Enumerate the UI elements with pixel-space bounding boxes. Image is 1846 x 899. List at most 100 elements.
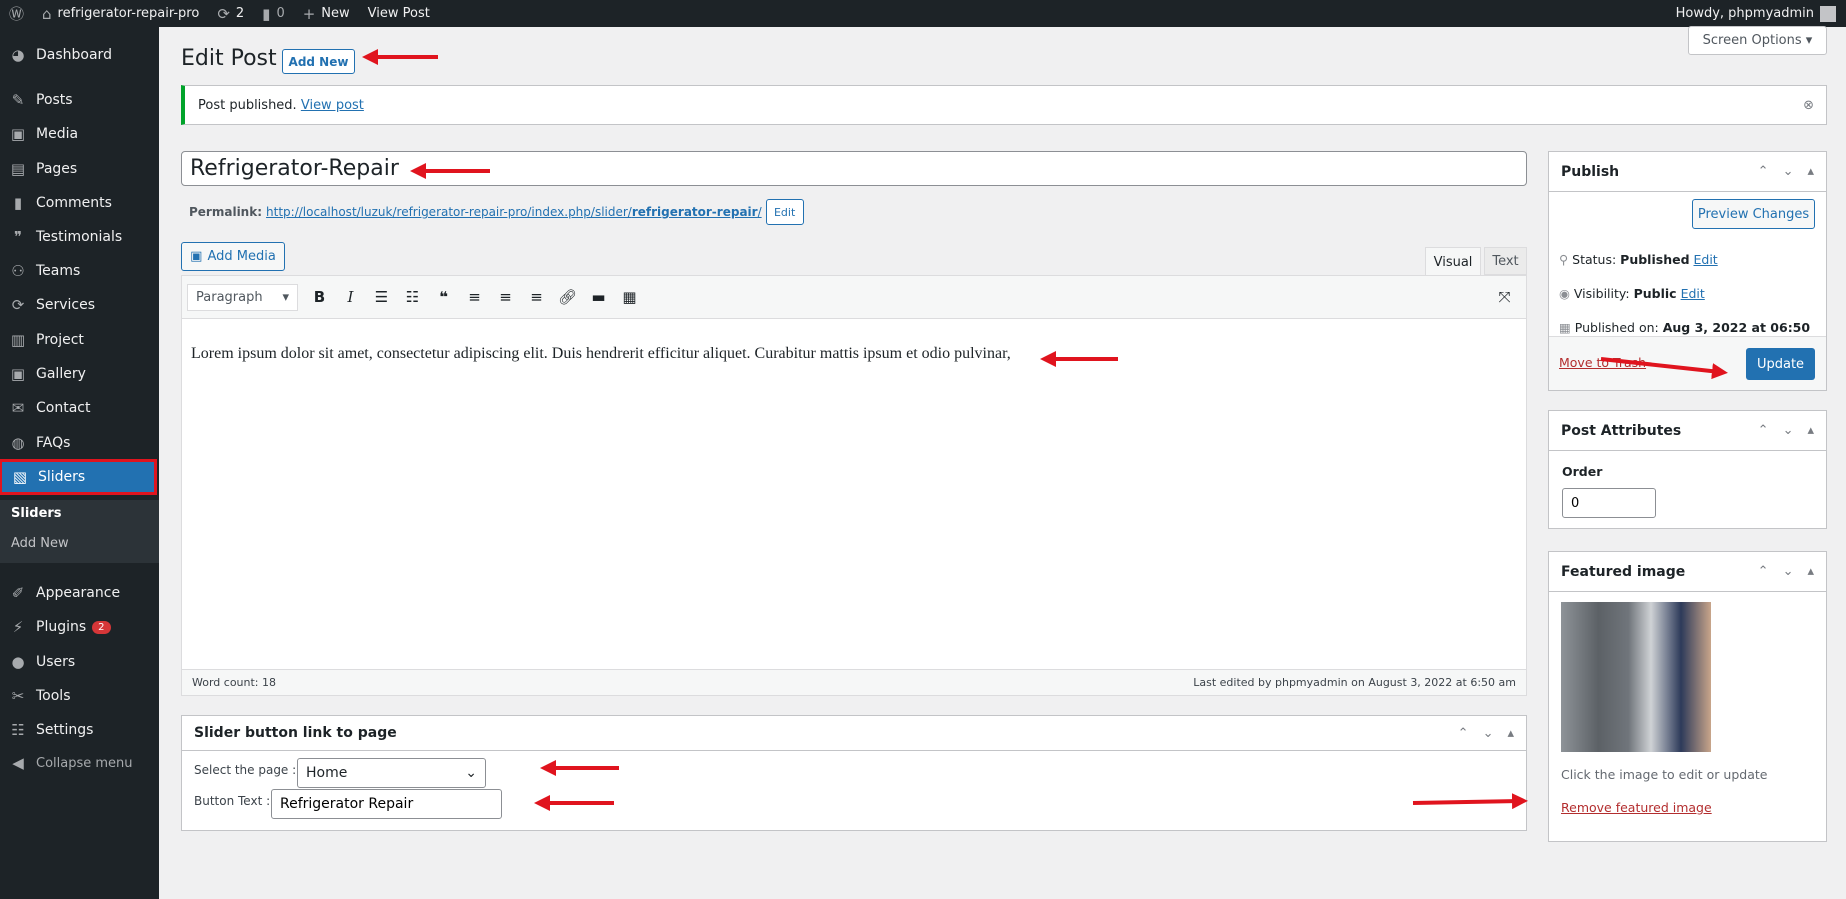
sidebar-item-teams[interactable]: ⚇ Teams xyxy=(0,256,159,286)
sidebar-item-media[interactable]: ▣ Media xyxy=(0,119,159,149)
sidebar-item-label: Testimonials xyxy=(36,229,123,245)
post-title-input[interactable] xyxy=(181,151,1527,186)
align-center-icon[interactable]: ≡ xyxy=(492,288,519,306)
collapse-icon: ◀ xyxy=(12,754,24,772)
view-post-link[interactable]: View post xyxy=(301,98,364,113)
fullscreen-icon[interactable]: ⤧ xyxy=(1491,288,1518,306)
chat-icon: ◍ xyxy=(11,434,25,452)
dismiss-icon[interactable]: ⊗ xyxy=(1803,98,1814,113)
sidebar-item-comments[interactable]: ▮ Comments xyxy=(0,188,159,218)
format-value: Paragraph xyxy=(196,289,263,305)
move-down-icon[interactable]: ⌄ xyxy=(1483,726,1494,741)
sidebar-item-label: Teams xyxy=(36,263,81,279)
sidebar-item-plugins[interactable]: ⚡ Plugins 2 xyxy=(0,612,159,642)
attributes-title: Post Attributes xyxy=(1561,422,1682,439)
permalink-end: / xyxy=(757,205,762,219)
pages-icon: ▤ xyxy=(10,160,26,178)
update-icon: ⟳ xyxy=(217,4,230,23)
visibility-edit-link[interactable]: Edit xyxy=(1681,286,1705,301)
tab-text[interactable]: Text xyxy=(1484,247,1527,275)
sidebar-item-collapse-menu[interactable]: ◀ Collapse menu xyxy=(0,748,159,778)
permalink-edit-button[interactable]: Edit xyxy=(765,199,804,225)
permalink-row: Permalink: http://localhost/luzuk/refrig… xyxy=(189,199,804,225)
admin-bar: Ⓦ ⌂ refrigerator-repair-pro ⟳ 2 ▮ 0 + New Vi… xyxy=(0,0,1846,27)
avatar xyxy=(1820,5,1836,22)
sidebar-item-appearance[interactable]: ✐ Appearance xyxy=(0,578,159,608)
remove-featured-image-link[interactable]: Remove featured image xyxy=(1561,800,1712,815)
read-more-icon[interactable]: ▬ xyxy=(585,288,612,306)
format-select[interactable]: Paragraph ▾ xyxy=(187,283,298,311)
italic-icon[interactable]: I xyxy=(337,288,364,306)
account-menu[interactable]: Howdy, phpmyadmin xyxy=(1676,0,1836,27)
move-down-icon[interactable]: ⌄ xyxy=(1783,423,1794,438)
comments-link[interactable]: ▮ 0 xyxy=(253,0,294,27)
bullet-list-icon[interactable]: ☰ xyxy=(368,288,395,306)
toggle-panel-icon[interactable]: ▴ xyxy=(1807,164,1814,179)
sidebar-item-gallery[interactable]: ▣ Gallery xyxy=(0,359,159,389)
preview-changes-button[interactable]: Preview Changes xyxy=(1692,199,1815,229)
sidebar-item-sliders[interactable]: ▧ Sliders xyxy=(0,459,157,495)
blockquote-icon[interactable]: ❝ xyxy=(430,288,457,306)
updates-link[interactable]: ⟳ 2 xyxy=(208,0,253,27)
button-text-input[interactable] xyxy=(271,789,502,819)
add-media-button[interactable]: ▣ Add Media xyxy=(181,242,285,271)
published-value: Aug 3, 2022 at 06:50 xyxy=(1662,320,1811,335)
home-icon: ⌂ xyxy=(42,4,52,23)
sidebar-item-services[interactable]: ⟳ Services xyxy=(0,290,159,320)
align-left-icon[interactable]: ≡ xyxy=(461,288,488,306)
sidebar-item-pages[interactable]: ▤ Pages xyxy=(0,154,159,184)
publish-metabox: Publish ⌃ ⌄ ▴ Preview Changes ⚲ Status: Pub… xyxy=(1548,151,1827,391)
email-icon: ✉ xyxy=(11,399,25,417)
sidebar-item-testimonials[interactable]: ❞ Testimonials xyxy=(0,222,159,252)
sidebar-item-contact[interactable]: ✉ Contact xyxy=(0,393,159,423)
comments-count: 0 xyxy=(276,6,285,21)
submenu-sliders[interactable]: Sliders xyxy=(11,506,62,521)
toggle-panel-icon[interactable]: ▴ xyxy=(1507,726,1514,741)
permalink-base: http://localhost/luzuk/refrigerator-repa… xyxy=(266,205,632,219)
pin-icon: ✎ xyxy=(11,91,25,109)
view-post-link[interactable]: View Post xyxy=(359,0,439,27)
slides-icon: ▧ xyxy=(12,468,28,486)
move-down-icon[interactable]: ⌄ xyxy=(1783,564,1794,579)
move-down-icon[interactable]: ⌄ xyxy=(1783,164,1794,179)
move-to-trash-link[interactable]: Move to Trash xyxy=(1559,355,1646,370)
status-value: Published xyxy=(1620,252,1690,267)
screen-options-button[interactable]: Screen Options ▾ xyxy=(1688,26,1827,55)
permalink-link[interactable]: http://localhost/luzuk/refrigerator-repa… xyxy=(266,205,762,219)
site-name-link[interactable]: ⌂ refrigerator-repair-pro xyxy=(33,0,208,27)
page-select[interactable]: Home ⌄ xyxy=(297,758,486,788)
sidebar-item-tools[interactable]: ✂ Tools xyxy=(0,681,159,711)
move-up-icon[interactable]: ⌃ xyxy=(1758,423,1769,438)
update-button[interactable]: Update xyxy=(1746,348,1815,380)
move-up-icon[interactable]: ⌃ xyxy=(1758,564,1769,579)
settings-icon: ☷ xyxy=(11,721,25,739)
sidebar-item-users[interactable]: ● Users xyxy=(0,647,159,677)
media-icon: ▣ xyxy=(10,125,26,143)
sidebar-item-dashboard[interactable]: ◕ Dashboard xyxy=(0,40,159,70)
status-edit-link[interactable]: Edit xyxy=(1694,252,1718,267)
wordpress-logo-icon[interactable]: Ⓦ xyxy=(0,0,33,27)
sidebar-item-project[interactable]: ▥ Project xyxy=(0,325,159,355)
toggle-panel-icon[interactable]: ▴ xyxy=(1807,423,1814,438)
featured-image-thumbnail[interactable] xyxy=(1561,602,1711,752)
sidebar-item-settings[interactable]: ☷ Settings xyxy=(0,715,159,745)
align-right-icon[interactable]: ≡ xyxy=(523,288,550,306)
toolbar-toggle-icon[interactable]: ▦ xyxy=(616,288,643,306)
tab-visual[interactable]: Visual xyxy=(1425,247,1481,276)
sidebar-item-label: Sliders xyxy=(38,469,86,485)
move-up-icon[interactable]: ⌃ xyxy=(1458,726,1469,741)
sidebar-item-posts[interactable]: ✎ Posts xyxy=(0,85,159,115)
editor-content[interactable]: Lorem ipsum dolor sit amet, consectetur … xyxy=(182,319,1526,389)
move-up-icon[interactable]: ⌃ xyxy=(1758,164,1769,179)
add-media-label: Add Media xyxy=(207,249,276,264)
toggle-panel-icon[interactable]: ▴ xyxy=(1807,564,1814,579)
caret-down-icon: ▾ xyxy=(282,289,289,305)
submenu-add-new[interactable]: Add New xyxy=(11,536,69,551)
new-content-link[interactable]: + New xyxy=(294,0,359,27)
numbered-list-icon[interactable]: ☷ xyxy=(399,288,426,306)
order-input[interactable] xyxy=(1562,488,1656,518)
link-icon[interactable]: 🔗︎ xyxy=(554,288,581,306)
add-new-button[interactable]: Add New xyxy=(282,49,355,74)
bold-icon[interactable]: B xyxy=(306,288,333,306)
sidebar-item-faqs[interactable]: ◍ FAQs xyxy=(0,428,159,458)
